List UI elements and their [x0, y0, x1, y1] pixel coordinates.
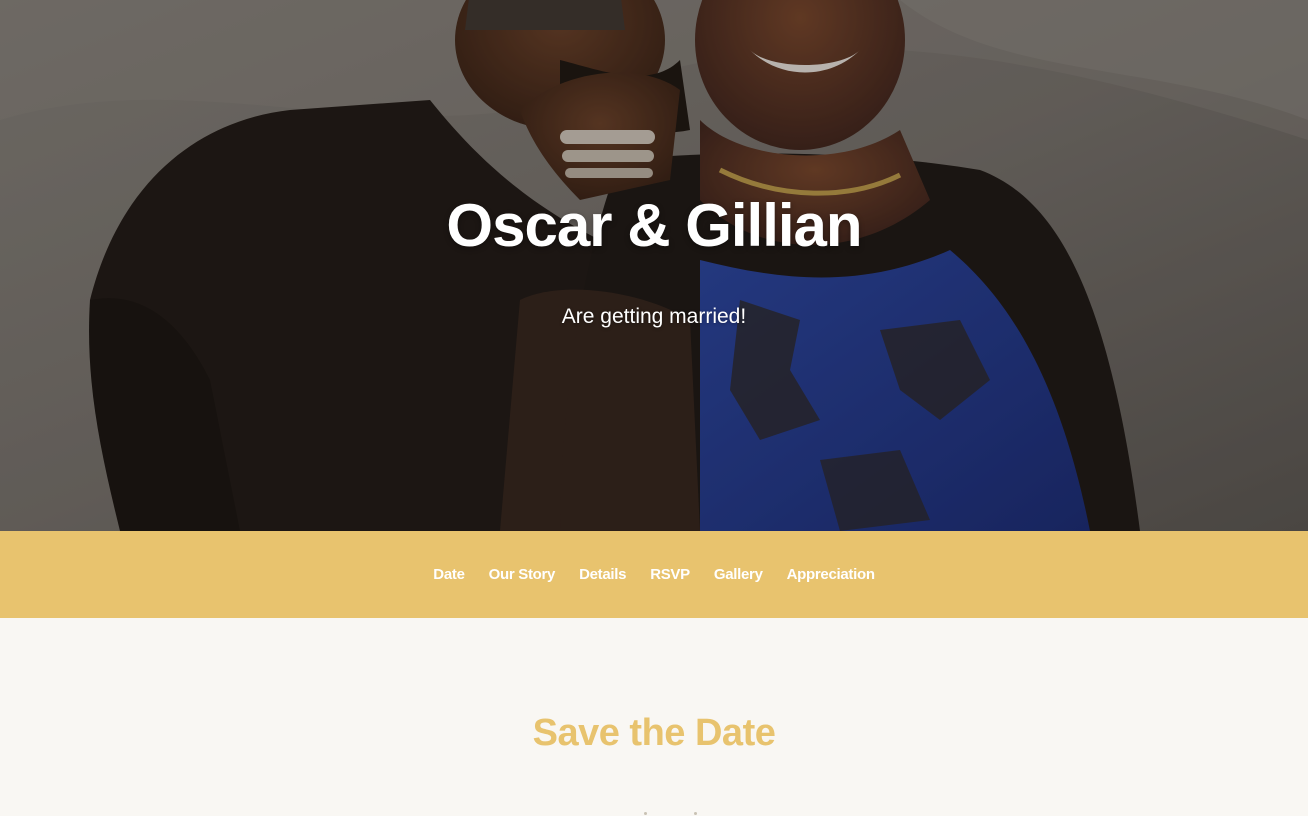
hero-subtitle: Are getting married!: [561, 305, 747, 328]
save-the-date-section: Save the Date: [0, 618, 1308, 816]
wedding-page: Oscar & Gillian Are getting married! Dat…: [0, 0, 1308, 816]
nav-item-details[interactable]: Details: [567, 560, 638, 589]
nav-item-gallery[interactable]: Gallery: [702, 560, 775, 589]
nav-item-rsvp[interactable]: RSVP: [638, 560, 702, 589]
hero-section: Oscar & Gillian Are getting married!: [0, 0, 1308, 531]
nav-item-date[interactable]: Date: [421, 560, 476, 589]
main-nav: Date Our Story Details RSVP Gallery Appr…: [0, 531, 1308, 618]
nav-item-appreciation[interactable]: Appreciation: [775, 560, 887, 589]
save-the-date-heading: Save the Date: [532, 712, 776, 754]
decorative-divider: [610, 808, 700, 816]
hero-overlay: [0, 0, 1308, 531]
couple-names-title: Oscar & Gillian: [446, 192, 862, 259]
nav-item-our-story[interactable]: Our Story: [477, 560, 567, 589]
